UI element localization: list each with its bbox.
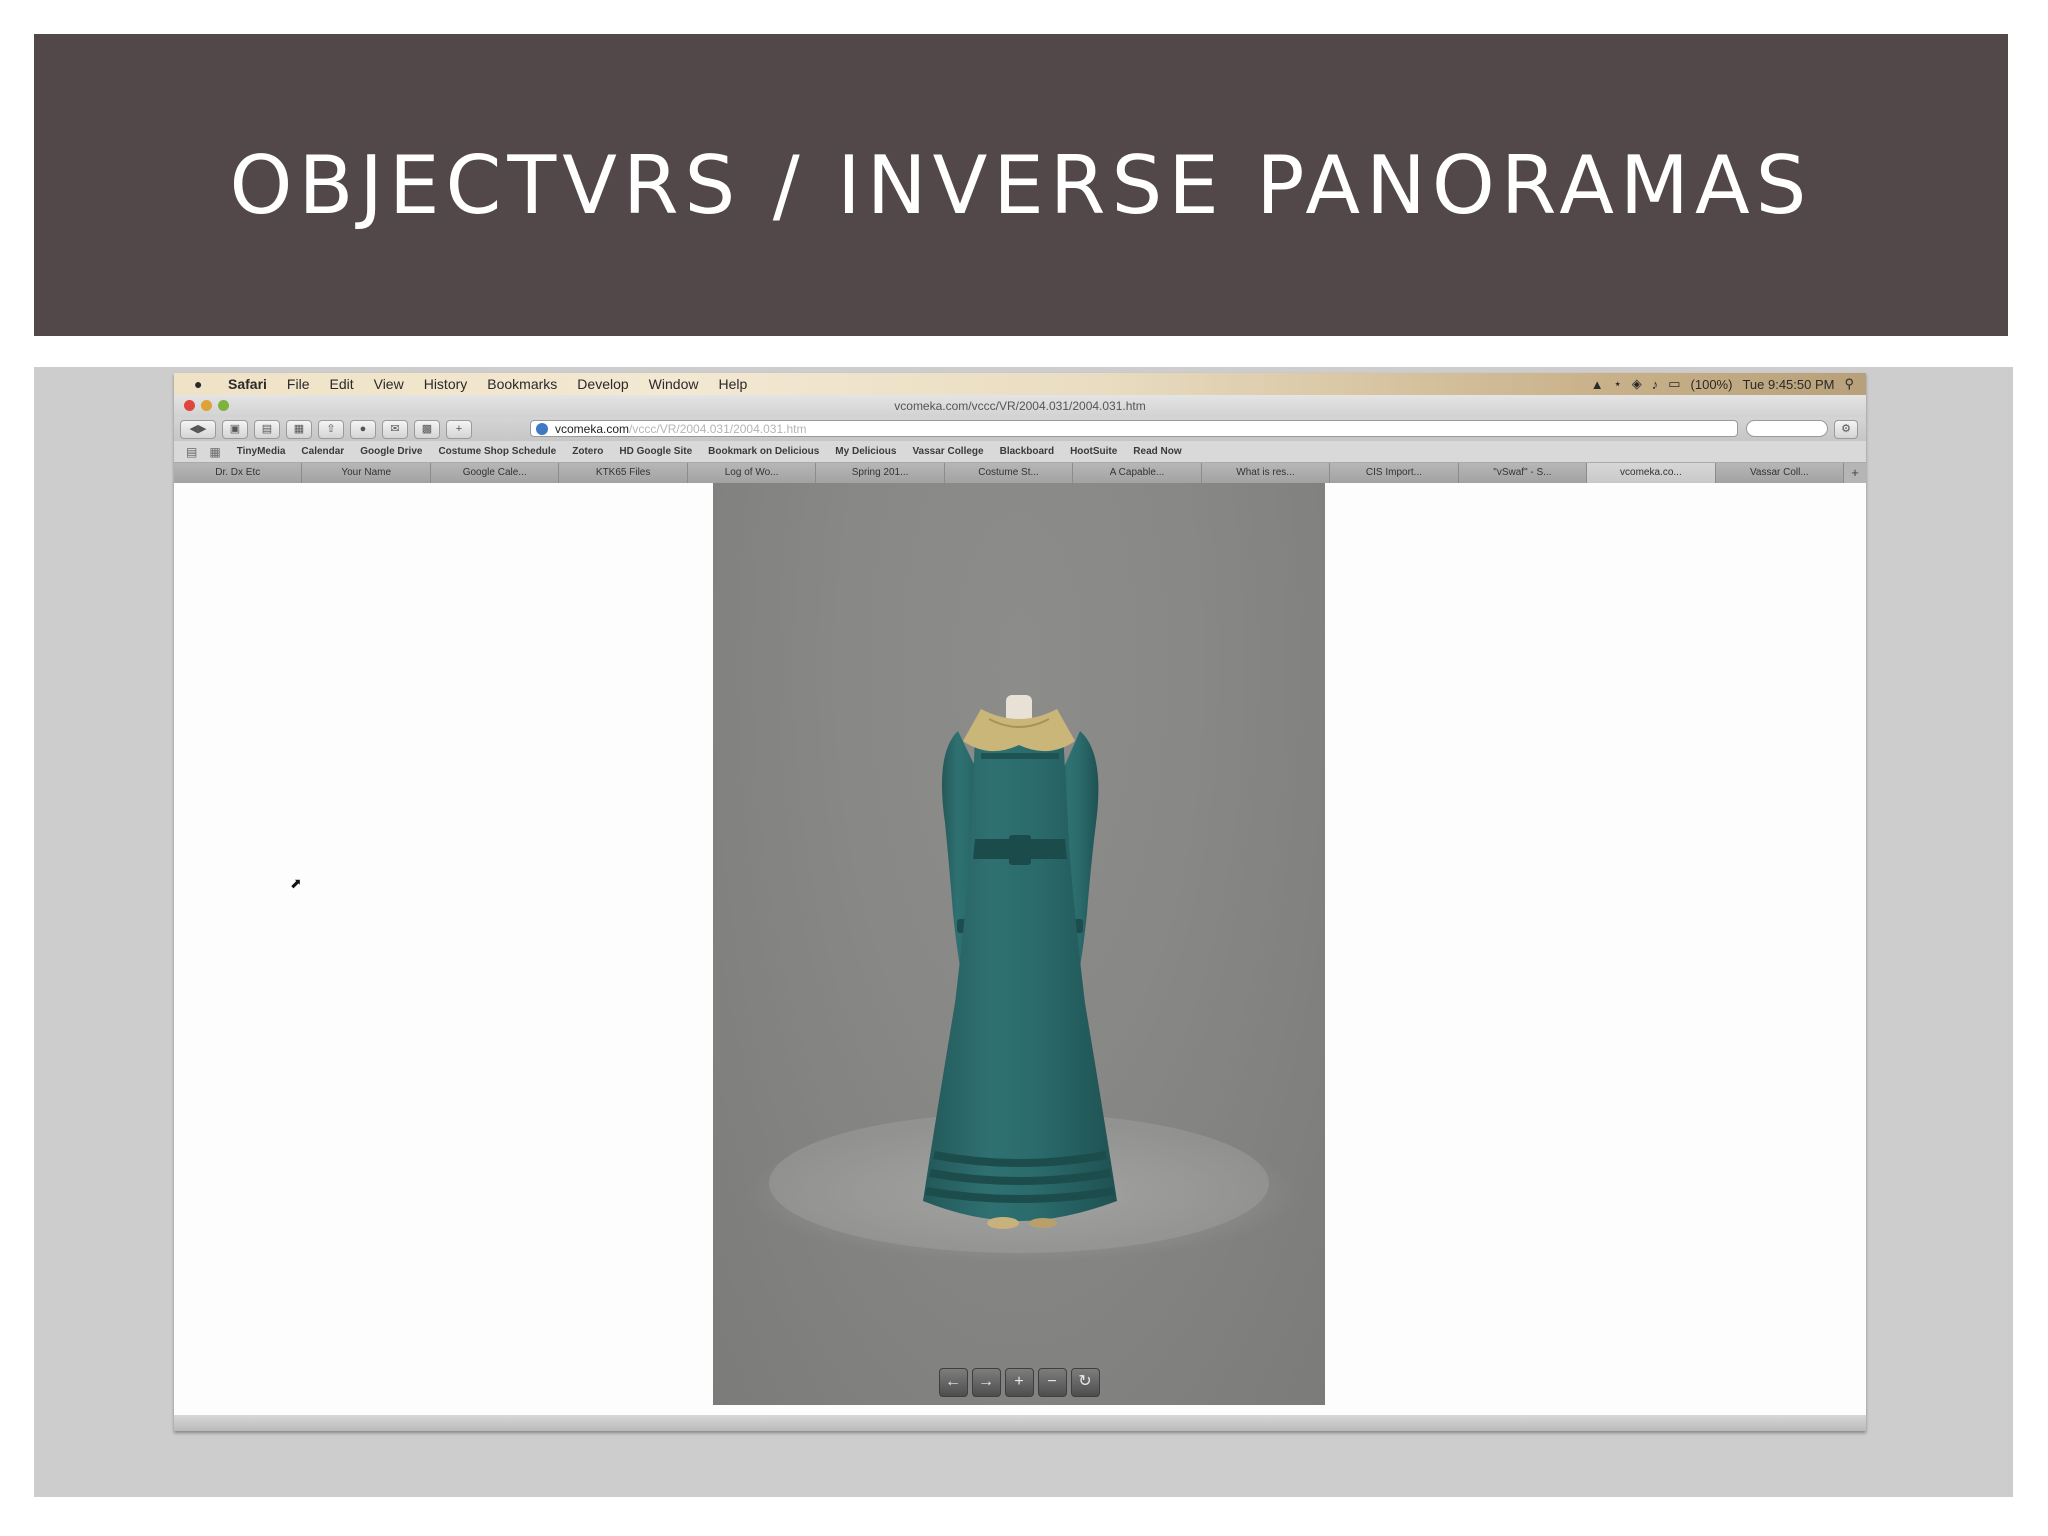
zoom-out-icon[interactable]: − [1037,1368,1067,1397]
browser-tab[interactable]: Your Name [302,463,431,483]
back-forward-button[interactable]: ◀▶ [180,419,216,439]
minimize-window-icon[interactable] [201,400,212,411]
close-window-icon[interactable] [184,400,195,411]
bookmarks-bar: ▤ ▦ TinyMedia Calendar Google Drive Cost… [174,441,1866,463]
dress-image [769,695,1269,1253]
browser-tab[interactable]: KTK65 Files [559,463,688,483]
window-titlebar: vcomeka.com/vccc/VR/2004.031/2004.031.ht… [174,395,1866,417]
browser-tab[interactable]: "vSwaf" - S... [1458,463,1588,483]
menu-develop[interactable]: Develop [577,376,628,392]
search-field[interactable] [1746,420,1828,437]
bookmark-item[interactable]: Zotero [572,446,603,457]
browser-tab[interactable]: Google Cale... [430,463,560,483]
reading-list-icon[interactable]: ▤ [186,445,197,459]
menu-history[interactable]: History [424,376,468,392]
bookmark-item[interactable]: TinyMedia [237,446,286,457]
slide-title: OBJECTVRS / INVERSE PANORAMAS [229,138,1813,232]
menu-help[interactable]: Help [718,376,747,392]
bluetooth-icon[interactable]: ⋆ [1614,376,1622,392]
tab-bar: Dr. Dx Etc Your Name Google Cale... KTK6… [174,463,1866,483]
bookmark-item[interactable]: Google Drive [360,446,422,457]
browser-tab[interactable]: Dr. Dx Etc [174,463,303,483]
browser-tab[interactable]: What is res... [1201,463,1331,483]
bookmarks-icon[interactable]: ▦ [286,419,312,439]
mail-icon[interactable]: ✉ [382,419,408,439]
add-bookmark-icon[interactable]: + [446,419,472,439]
mouse-cursor-icon: ⬈ [290,875,302,891]
notification-icon[interactable]: ▲ [1591,377,1604,392]
mac-menubar: ● Safari File Edit View History Bookmark… [174,373,1866,395]
menu-view[interactable]: View [374,376,404,392]
menubar-status-area: ▲ ⋆ ◈ ♪ ▭ (100%) Tue 9:45:50 PM ⚲ [1581,376,1854,392]
new-tab-button[interactable]: + [1844,463,1866,483]
zoom-window-icon[interactable] [218,400,229,411]
reset-view-icon[interactable]: ↻ [1070,1368,1100,1397]
bookmark-item[interactable]: My Delicious [835,446,896,457]
bookmarks-grid-icon[interactable]: ▦ [209,445,220,459]
browser-tab[interactable]: A Capable... [1073,463,1202,483]
window-bottom-edge [174,1415,1866,1431]
spotlight-search-icon[interactable]: ⚲ [1844,376,1854,392]
menu-bookmarks[interactable]: Bookmarks [487,376,557,392]
rotate-right-icon[interactable]: → [971,1368,1001,1397]
slide-title-band: OBJECTVRS / INVERSE PANORAMAS [34,34,2008,336]
viewer-controls: ← → + − ↻ [713,1368,1325,1397]
bookmark-item[interactable]: Costume Shop Schedule [438,446,556,457]
menu-edit[interactable]: Edit [329,376,353,392]
browser-tab[interactable]: Log of Wo... [687,463,817,483]
bookmark-item[interactable]: Blackboard [1000,446,1054,457]
top-sites-icon[interactable]: ▣ [222,419,248,439]
settings-gear-icon[interactable]: ⚙ [1834,420,1858,439]
url-path: /vccc/VR/2004.031/2004.031.htm [629,422,807,436]
menu-app-safari[interactable]: Safari [228,376,267,392]
browser-tab[interactable]: CIS Import... [1330,463,1459,483]
window-controls [184,400,235,411]
battery-percent: (100%) [1690,376,1733,392]
bookmark-item[interactable]: Vassar College [912,446,983,457]
rotate-left-icon[interactable]: ← [938,1368,968,1397]
bookmark-item[interactable]: Calendar [301,446,344,457]
url-host: vcomeka.com [555,422,630,436]
volume-icon[interactable]: ♪ [1652,377,1659,392]
history-icon[interactable]: ● [350,419,376,439]
browser-tab[interactable]: Vassar Coll... [1715,463,1845,483]
bookmark-item[interactable]: Bookmark on Delicious [708,446,819,457]
wifi-icon[interactable]: ◈ [1632,376,1642,392]
menu-file[interactable]: File [287,376,310,392]
menu-window[interactable]: Window [649,376,699,392]
browser-tab-active[interactable]: vcomeka.co... [1587,463,1716,483]
apple-menu-icon[interactable]: ● [194,376,208,392]
bookmark-item[interactable]: Read Now [1133,446,1181,457]
address-bar[interactable]: vcomeka.com/vccc/VR/2004.031/2004.031.ht… [530,420,1738,437]
tabs-overview-icon[interactable]: ▩ [414,419,440,439]
objectvr-viewer[interactable]: ← → + − ↻ [713,483,1325,1405]
bookmark-item[interactable]: HootSuite [1070,446,1117,457]
window-title: vcomeka.com/vccc/VR/2004.031/2004.031.ht… [894,399,1146,413]
browser-screenshot: ● Safari File Edit View History Bookmark… [174,373,1866,1431]
site-globe-icon [536,423,548,435]
browser-toolbar: ◀▶ ▣ ▤ ▦ ⇧ ● ✉ ▩ + vcomeka.com/vccc/VR/2… [174,417,1866,441]
browser-tab[interactable]: Costume St... [944,463,1074,483]
reader-icon[interactable]: ▤ [254,419,280,439]
battery-icon[interactable]: ▭ [1668,376,1680,392]
bookmark-item[interactable]: HD Google Site [619,446,692,457]
zoom-in-icon[interactable]: + [1004,1368,1034,1397]
share-icon[interactable]: ⇧ [318,419,344,439]
clock[interactable]: Tue 9:45:50 PM [1742,377,1834,392]
browser-tab[interactable]: Spring 201... [816,463,945,483]
